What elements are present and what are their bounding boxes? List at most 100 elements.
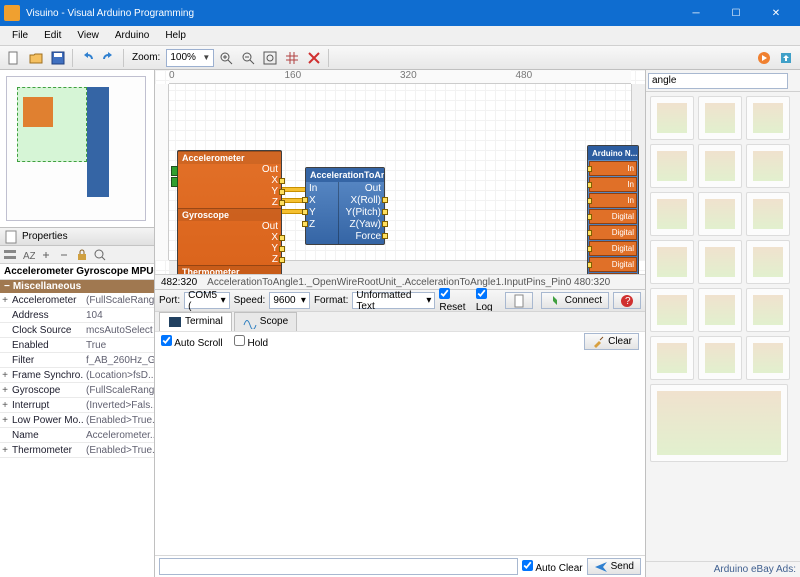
port-combo[interactable]: COM5 (▾ [184,292,230,309]
menu-help[interactable]: Help [157,28,194,43]
palette-item[interactable] [650,192,694,236]
tab-terminal[interactable]: Terminal [159,312,232,332]
block-arduino[interactable]: Arduino N... InInInDigitalDigitalDigital… [587,145,639,274]
pin-y[interactable]: Y [178,243,281,254]
save-button[interactable] [48,48,68,68]
pin-z[interactable]: Z [178,197,281,208]
zoom-prop-button[interactable] [92,247,108,263]
alphabetical-button[interactable]: AZ [20,247,36,263]
expand-all-button[interactable] [38,247,54,263]
palette-search-input[interactable] [648,73,788,89]
autoscroll-checkbox[interactable]: Auto Scroll [161,338,223,349]
arduino-port[interactable]: In [589,161,637,176]
pin-x[interactable]: X [178,175,281,186]
overview-pane[interactable] [0,70,154,228]
property-row[interactable]: +Gyroscope(FullScaleRang... [0,383,154,398]
speed-combo[interactable]: 9600▾ [269,292,310,309]
design-canvas[interactable]: 0160320480 Clock Reset AccelerometerGyro… [155,70,645,274]
zoom-combo[interactable]: 100%▼ [166,49,214,67]
palette-item[interactable] [698,192,742,236]
palette-item[interactable] [698,240,742,284]
reset-checkbox[interactable]: Reset [439,288,472,313]
log-checkbox[interactable]: Log [476,288,501,313]
palette-item[interactable] [746,336,790,380]
lock-button[interactable] [74,247,90,263]
palette-item[interactable] [650,336,694,380]
pin-z[interactable]: Z [178,254,281,265]
palette-item[interactable] [650,144,694,188]
out-pin-pitch[interactable]: Y(Pitch) [339,206,384,218]
palette-item[interactable] [746,288,790,332]
property-row[interactable]: Filterf_AB_260Hz_G... [0,353,154,368]
property-row[interactable]: Address104 [0,308,154,323]
palette-item[interactable] [746,144,790,188]
pin-y[interactable]: Y [178,186,281,197]
categorized-button[interactable] [2,247,18,263]
zoom-fit-button[interactable] [260,48,280,68]
arduino-port[interactable]: Analog [589,273,637,274]
maximize-button[interactable]: ☐ [716,0,756,26]
tab-scope[interactable]: Scope [234,312,297,332]
arduino-port[interactable]: Digital [589,209,637,224]
upload-button[interactable] [776,48,796,68]
filter-button[interactable] [794,71,796,91]
collapse-all-button[interactable] [56,247,72,263]
property-row[interactable]: EnabledTrue [0,338,154,353]
palette-item[interactable] [698,144,742,188]
property-row[interactable]: Clock SourcemcsAutoSelect [0,323,154,338]
out-pin-yaw[interactable]: Z(Yaw) [339,218,384,230]
palette-item[interactable] [698,96,742,140]
property-row[interactable]: NameAccelerometer... [0,428,154,443]
property-row[interactable]: +Interrupt(Inverted>Fals... [0,398,154,413]
property-row[interactable]: +Accelerometer(FullScaleRang... [0,293,154,308]
send-button[interactable]: Send [587,558,641,575]
undo-button[interactable] [77,48,97,68]
redo-button[interactable] [99,48,119,68]
property-category[interactable]: −Miscellaneous [0,280,154,293]
clear-button[interactable]: Clear [584,333,639,350]
reset-port[interactable]: Reset [171,177,178,187]
menu-view[interactable]: View [69,28,107,43]
palette-item[interactable] [650,384,788,462]
arduino-port[interactable]: In [589,193,637,208]
arduino-port[interactable]: Digital [589,225,637,240]
property-row[interactable]: +Frame Synchro...(Location>fsD... [0,368,154,383]
out-pin-roll[interactable]: X(Roll) [339,194,384,206]
property-row[interactable]: +Low Power Mo...(Enabled>True... [0,413,154,428]
delete-button[interactable] [304,48,324,68]
palette-item[interactable] [698,288,742,332]
format-combo[interactable]: Unformatted Text▾ [352,292,435,309]
in-pin-y[interactable]: Y [306,206,338,218]
arduino-port[interactable]: In [589,177,637,192]
palette-item[interactable] [650,96,694,140]
out-pin-force[interactable]: Force [339,230,384,242]
menu-arduino[interactable]: Arduino [107,28,157,43]
terminal-input[interactable] [159,558,518,575]
autoclear-checkbox[interactable]: Auto Clear [522,560,582,574]
component-palette[interactable] [646,92,800,561]
property-row[interactable]: +Thermometer(Enabled>True... [0,443,154,458]
grid-button[interactable] [282,48,302,68]
palette-item[interactable] [746,192,790,236]
minimize-button[interactable]: ─ [676,0,716,26]
new-button[interactable] [4,48,24,68]
palette-item[interactable] [746,240,790,284]
block-acceleration-to-angle[interactable]: AccelerationToAngle1 In X Y Z Out X(Roll… [305,167,385,245]
log-config-button[interactable] [505,292,533,309]
palette-item[interactable] [650,240,694,284]
palette-item[interactable] [650,288,694,332]
block-accelerometer-gyroscope[interactable]: Clock Reset AccelerometerGyroscope1 Acce… [177,150,282,274]
property-grid[interactable]: +Accelerometer(FullScaleRang...Address10… [0,293,154,577]
hold-checkbox[interactable]: Hold [234,338,268,349]
close-button[interactable]: ✕ [756,0,796,26]
menu-file[interactable]: File [4,28,36,43]
arduino-port[interactable]: Digital [589,241,637,256]
menu-edit[interactable]: Edit [36,28,69,43]
play-button[interactable] [754,48,774,68]
in-pin-x[interactable]: X [306,194,338,206]
palette-item[interactable] [746,96,790,140]
open-button[interactable] [26,48,46,68]
pin-x[interactable]: X [178,232,281,243]
clear-search-button[interactable] [790,71,792,91]
terminal-output[interactable] [155,351,645,555]
